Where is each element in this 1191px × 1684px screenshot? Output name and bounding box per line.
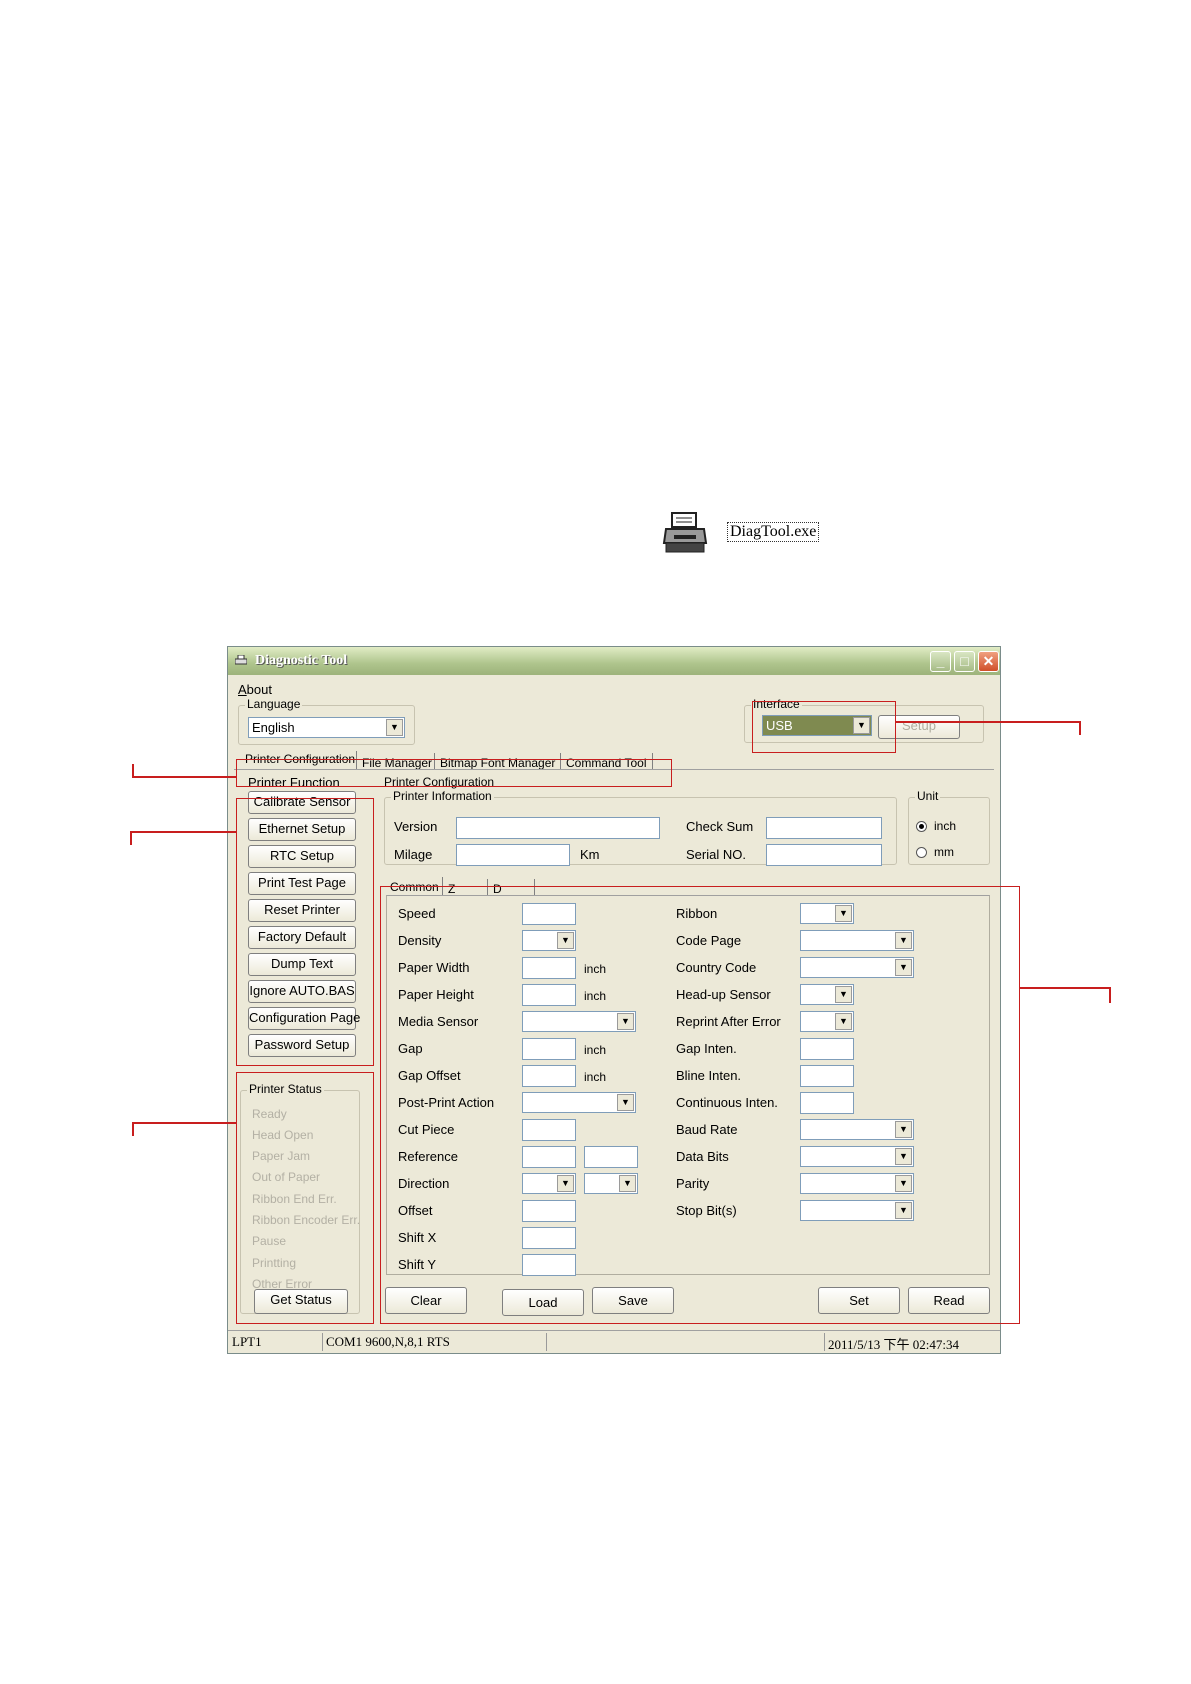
unit-mm-radio[interactable] xyxy=(916,847,927,858)
status-divider xyxy=(546,1333,547,1351)
unit-inch-label: inch xyxy=(934,819,957,833)
unit-mm-label: mm xyxy=(934,845,954,859)
printer-small-icon xyxy=(235,655,247,665)
chevron-down-icon[interactable]: ▼ xyxy=(386,719,403,736)
status-divider xyxy=(824,1333,825,1351)
window-title: Diagnostic Tool xyxy=(255,653,348,668)
status-bar: LPT1 COM1 9600,N,8,1 RTS 2011/5/13 下午 02… xyxy=(228,1330,1000,1353)
version-label: Version xyxy=(394,819,438,834)
printer-icon[interactable] xyxy=(662,511,708,555)
milage-label: Milage xyxy=(394,847,433,862)
checksum-label: Check Sum xyxy=(686,819,754,834)
annotation-leader-main-tabs xyxy=(132,776,236,778)
annotation-box-main-tabs xyxy=(236,759,672,787)
status-com: COM1 9600,N,8,1 RTS xyxy=(326,1334,450,1349)
status-port: LPT1 xyxy=(232,1334,262,1349)
serial-label: Serial NO. xyxy=(686,847,746,862)
annotation-leader-common-settings xyxy=(1020,987,1110,989)
close-button[interactable]: ✕ xyxy=(978,651,999,672)
milage-field[interactable] xyxy=(456,844,570,866)
minimize-icon: _ xyxy=(936,653,945,669)
serial-field[interactable] xyxy=(766,844,882,866)
annotation-leader-interface xyxy=(896,721,1080,723)
menu-about-mnemonic: A xyxy=(238,682,247,697)
language-label: Language xyxy=(245,697,303,711)
annotation-leader-common-settings-tick xyxy=(1109,987,1111,1003)
annotation-box-printer-function xyxy=(236,798,374,1066)
menu-about[interactable]: About xyxy=(238,682,272,697)
annotation-leader-printer-function xyxy=(130,831,236,833)
maximize-icon: □ xyxy=(960,653,969,669)
title-bar[interactable]: Diagnostic Tool _ □ ✕ xyxy=(228,647,1000,675)
minimize-button[interactable]: _ xyxy=(930,651,951,672)
annotation-leader-interface-tick xyxy=(1079,721,1081,735)
annotation-leader-printer-status xyxy=(132,1122,236,1124)
annotation-box-common-settings xyxy=(380,886,1020,1324)
km-unit: Km xyxy=(580,847,600,862)
language-value: English xyxy=(252,720,295,735)
printer-information-label: Printer Information xyxy=(391,789,494,803)
maximize-button[interactable]: □ xyxy=(954,651,975,672)
unit-label: Unit xyxy=(915,789,941,803)
annotation-leader-printer-function-tick xyxy=(130,831,132,845)
annotation-box-interface xyxy=(752,701,896,753)
status-datetime: 2011/5/13 下午 02:47:34 xyxy=(828,1337,959,1352)
annotation-leader-main-tabs-tick xyxy=(132,764,134,777)
annotation-box-printer-status xyxy=(236,1072,374,1324)
desktop-file-name[interactable]: DiagTool.exe xyxy=(727,522,820,542)
unit-inch-radio[interactable] xyxy=(916,821,927,832)
menu-about-label: bout xyxy=(246,682,272,697)
status-divider xyxy=(322,1333,323,1351)
close-icon: ✕ xyxy=(982,653,995,669)
language-select[interactable]: English ▼ xyxy=(248,717,405,738)
checksum-field[interactable] xyxy=(766,817,882,839)
annotation-leader-printer-status-tick xyxy=(132,1122,134,1136)
version-field[interactable] xyxy=(456,817,660,839)
